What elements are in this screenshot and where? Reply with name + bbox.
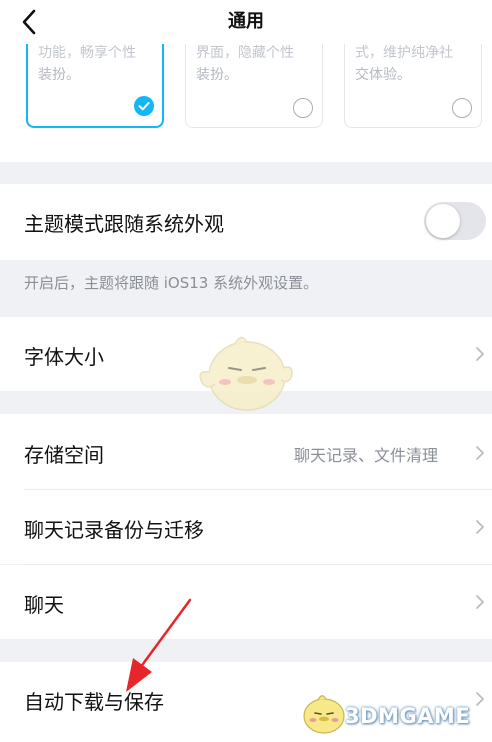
chevron-right-icon [476,595,484,609]
follow-system-hint: 开启后，主题将跟随 iOS13 系统外观设置。 [24,274,319,292]
chat-backup-label: 聊天记录备份与迁移 [24,518,204,542]
chevron-left-icon [22,9,36,35]
follow-system-toggle[interactable] [424,202,486,240]
theme-card-3-line1: 式，维护纯净社 [355,45,453,61]
chevron-right-icon [476,692,484,706]
theme-card-3-line2: 交体验。 [355,67,411,83]
nav-bar: 通用 [0,0,492,44]
chat-row[interactable]: 聊天 [0,565,492,639]
chevron-right-icon [476,446,484,460]
auto-download-row[interactable]: 自动下载与保存 [0,662,492,742]
theme-card-1-line1: 功能，畅享个性 [38,45,136,61]
font-size-label: 字体大小 [24,345,104,369]
theme-card-1-radio[interactable] [134,96,154,116]
theme-card-2-line2: 装扮。 [196,67,238,83]
toggle-knob [426,204,460,238]
mascot-watermark [199,336,293,411]
theme-card-section: 功能，畅享个性 装扮。 界面，隐藏个性 装扮。 式，维护纯净社 交体验。 [0,44,492,162]
theme-card-2-radio[interactable] [293,98,313,118]
theme-card-2[interactable]: 界面，隐藏个性 装扮。 [185,44,323,128]
follow-system-row[interactable]: 主题模式跟随系统外观 [0,184,492,260]
theme-card-1[interactable]: 功能，畅享个性 装扮。 [26,44,164,128]
theme-card-2-line1: 界面，隐藏个性 [196,45,294,61]
storage-value: 聊天记录、文件清理 [294,446,439,465]
theme-card-3-radio[interactable] [452,98,472,118]
mascot-logo [303,695,345,734]
follow-system-label: 主题模式跟随系统外观 [24,212,224,236]
back-button[interactable] [14,6,46,38]
storage-label: 存储空间 [24,443,104,467]
annotation-arrow [126,598,192,692]
watermark-text: 3DMGAME [345,704,471,728]
storage-row[interactable]: 存储空间 聊天记录、文件清理 [0,414,492,490]
checkmark-icon [138,102,150,111]
chat-backup-row[interactable]: 聊天记录备份与迁移 [0,490,492,564]
theme-card-1-line2: 装扮。 [38,67,80,83]
page-title: 通用 [228,11,264,32]
theme-card-3[interactable]: 式，维护纯净社 交体验。 [344,44,482,128]
chat-label: 聊天 [24,593,64,617]
chevron-right-icon [476,347,484,361]
chevron-right-icon [476,520,484,534]
